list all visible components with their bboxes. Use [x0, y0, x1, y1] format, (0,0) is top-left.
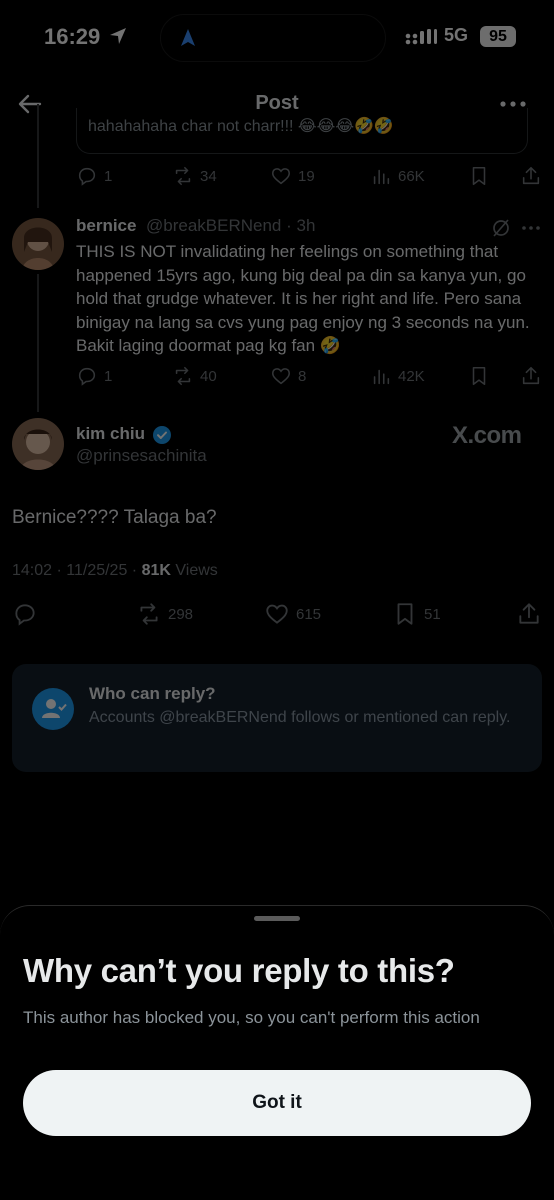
tweet-views-label: Views: [170, 562, 218, 579]
repost-button[interactable]: 298: [136, 602, 193, 626]
main-tweet-actions: 298 615 51: [12, 602, 542, 630]
sheet-text: This author has blocked you, so you can'…: [23, 1008, 480, 1027]
reply-count: 1: [104, 167, 113, 185]
share-button[interactable]: [520, 364, 542, 388]
views-icon: [373, 369, 390, 385]
who-can-reply-banner: Who can reply? Accounts @breakBERNend fo…: [12, 664, 542, 772]
share-button[interactable]: [516, 602, 542, 626]
reply-icon: [15, 604, 35, 626]
author-handle[interactable]: @prinsesachinita: [76, 446, 207, 466]
tweet-text: THIS IS NOT invalidating her feelings on…: [76, 242, 530, 355]
who-can-reply-text: Accounts @breakBERNend follows or mentio…: [89, 709, 511, 726]
author-name[interactable]: kim chiu: [76, 424, 145, 444]
share-button[interactable]: [520, 164, 542, 188]
heart-icon: [271, 368, 291, 385]
views-count: 66K: [398, 167, 425, 185]
tweet-views-count: 81K: [141, 562, 171, 579]
previous-tweet-actions: 1 34 19 66K: [76, 164, 540, 192]
bookmark-icon: [397, 603, 413, 625]
reply-button[interactable]: 1: [76, 164, 112, 188]
repost-icon: [140, 603, 158, 625]
like-button[interactable]: 8: [270, 364, 306, 388]
avatar-kim-chiu[interactable]: [12, 418, 64, 470]
author-handle[interactable]: @breakBERNend · 3h: [146, 216, 315, 236]
thread-line: [37, 274, 39, 412]
sheet-heading: Why can’t you reply to this?: [23, 952, 455, 989]
who-can-reply-heading: Who can reply?: [89, 684, 216, 703]
reply-tweet-actions: 1 40 8 42K: [76, 364, 540, 392]
user-check-icon: [32, 688, 74, 730]
like-count: 19: [298, 167, 315, 185]
battery-indicator: 95: [480, 26, 516, 47]
signal-icon: [405, 29, 437, 45]
repost-icon: [175, 366, 191, 386]
repost-count: 40: [200, 367, 217, 385]
repost-icon: [175, 166, 191, 186]
heart-icon: [266, 604, 288, 624]
repost-button[interactable]: 34: [172, 164, 217, 188]
share-icon: [519, 603, 539, 624]
tweet-timestamp[interactable]: 14:02 · 11/25/25 ·: [12, 562, 142, 579]
previous-tweet-text: hahahahaha char not charr!!! 😂😂😂🤣🤣: [88, 118, 394, 135]
views-icon: [373, 169, 390, 185]
status-time: 16:29: [44, 24, 101, 49]
bookmark-count: 51: [424, 605, 441, 623]
repost-count: 34: [200, 167, 217, 185]
thread-line: [37, 104, 39, 208]
views-button[interactable]: 66K: [370, 164, 425, 188]
bottom-sheet: Why can’t you reply to this? This author…: [0, 905, 554, 1200]
bookmark-icon: [472, 166, 486, 186]
author-name[interactable]: bernice: [76, 216, 136, 236]
status-bar: 16:29 5G 95: [0, 0, 554, 76]
navigation-arrow-icon: [181, 29, 195, 46]
reply-icon: [78, 367, 96, 386]
reply-button[interactable]: 1: [76, 364, 112, 388]
repost-button[interactable]: 40: [172, 364, 217, 388]
screen: 16:29 5G 95 Post hahahahaha char not cha…: [0, 0, 554, 1200]
share-icon: [522, 166, 540, 185]
like-button[interactable]: 19: [270, 164, 315, 188]
heart-icon: [271, 168, 291, 185]
bookmark-icon: [472, 366, 486, 386]
bookmark-button[interactable]: 51: [392, 602, 441, 626]
avatar-bernice[interactable]: [12, 218, 64, 270]
like-button[interactable]: 615: [264, 602, 321, 626]
more-options-icon[interactable]: [520, 220, 542, 236]
xcom-watermark: X.com: [452, 422, 522, 449]
like-count: 615: [296, 605, 322, 623]
views-count: 42K: [398, 367, 425, 385]
share-icon: [522, 366, 540, 385]
bookmark-button[interactable]: [468, 164, 490, 188]
verified-badge-icon: [153, 426, 171, 444]
reply-icon: [78, 167, 96, 186]
tweet-text: Bernice???? Talaga ba?: [12, 507, 217, 528]
got-it-button[interactable]: Got it: [23, 1070, 531, 1136]
network-type: 5G: [444, 25, 469, 45]
sheet-grabber[interactable]: [254, 916, 300, 921]
bookmark-button[interactable]: [468, 364, 490, 388]
reply-count: 1: [104, 367, 113, 385]
grok-icon[interactable]: [490, 218, 512, 238]
reply-button[interactable]: [12, 602, 38, 626]
repost-count: 298: [168, 605, 194, 623]
tweet-meta: 14:02 · 11/25/25 · 81K Views: [12, 562, 218, 580]
views-button[interactable]: 42K: [370, 364, 425, 388]
dynamic-island: [160, 14, 386, 62]
location-arrow-icon: [110, 28, 126, 44]
like-count: 8: [298, 367, 307, 385]
